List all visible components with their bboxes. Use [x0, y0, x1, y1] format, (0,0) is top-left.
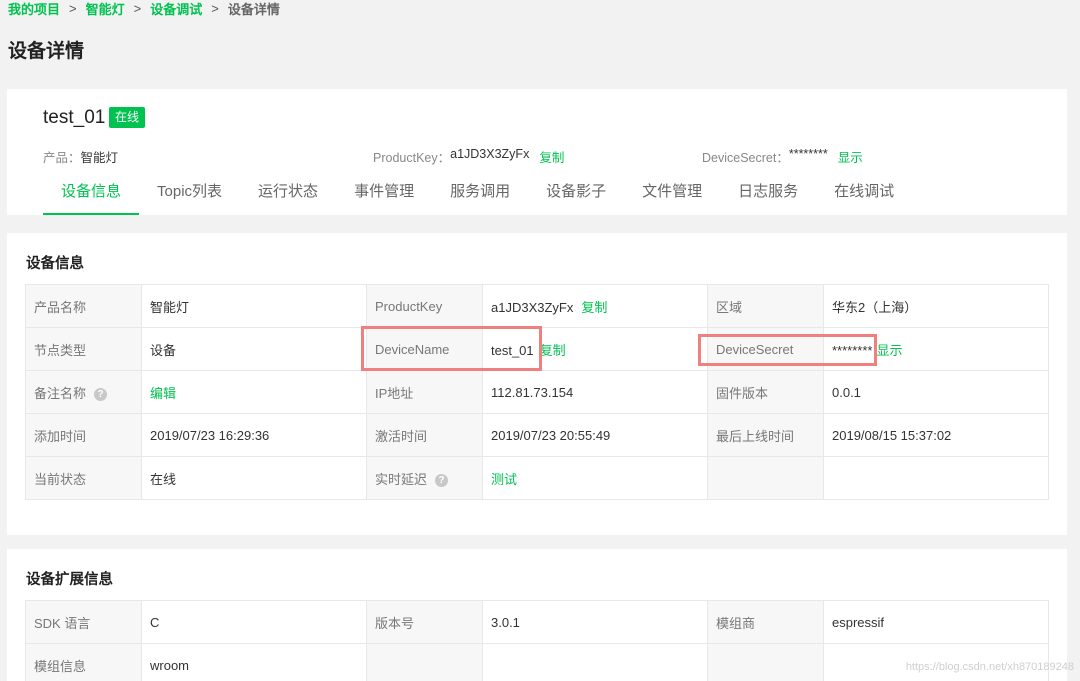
field-label: 添加时间	[25, 413, 142, 457]
field-label: IP地址	[366, 370, 483, 414]
field-label: 区域	[707, 284, 824, 328]
field-value	[823, 456, 1049, 500]
table-row: 产品名称 智能灯 ProductKey a1JD3X3ZyFx 复制 区域 华东2…	[25, 284, 1049, 328]
devicesecret-cell: ******** 显示	[823, 327, 1049, 371]
meta-product-value: 智能灯	[80, 151, 119, 165]
meta-product: 产品： 智能灯	[43, 147, 118, 166]
breadcrumb-device-debug[interactable]: 设备调试	[150, 0, 202, 18]
test-latency-link[interactable]: 测试	[491, 472, 517, 487]
field-value: 0.0.1	[823, 370, 1049, 414]
latency-label-cell: 实时延迟?	[366, 456, 483, 500]
device-info-card: 设备信息 产品名称 智能灯 ProductKey a1JD3X3ZyFx 复制 区…	[7, 233, 1067, 535]
show-devicesecret-link[interactable]: 显示	[876, 343, 902, 358]
field-label: 版本号	[366, 600, 483, 644]
breadcrumb-separator-icon: >	[69, 0, 77, 16]
field-value: 2019/07/23 16:29:36	[141, 413, 367, 457]
field-value: ********	[832, 342, 873, 358]
field-label: 模组信息	[25, 643, 142, 681]
device-info-title: 设备信息	[26, 256, 84, 272]
page-title: 设备详情	[8, 41, 85, 62]
meta-devicesecret-label: DeviceSecret：	[702, 151, 789, 165]
field-label: 模组商	[707, 600, 824, 644]
field-label: 固件版本	[707, 370, 824, 414]
field-value: 华东2（上海）	[823, 284, 1049, 328]
tab-bar: 设备信息 Topic列表 运行状态 事件管理 服务调用 设备影子 文件管理 日志…	[43, 181, 912, 215]
field-label: 激活时间	[366, 413, 483, 457]
meta-product-label: 产品：	[43, 151, 81, 165]
tab-log-service[interactable]: 日志服务	[720, 181, 816, 215]
field-label: ProductKey	[366, 284, 483, 328]
meta-productkey-value: a1JD3X3ZyFx	[450, 147, 530, 161]
field-label: 产品名称	[25, 284, 142, 328]
device-header-card: test_01 在线 产品： 智能灯 ProductKey： a1JD3X3Zy…	[7, 89, 1067, 215]
field-value: wroom	[141, 643, 367, 681]
table-row: 当前状态 在线 实时延迟? 测试	[25, 456, 1049, 500]
help-icon[interactable]: ?	[94, 387, 108, 401]
table-row: 模组信息 wroom	[25, 643, 1049, 681]
field-label	[707, 456, 824, 500]
field-value: 智能灯	[141, 284, 367, 328]
productkey-cell: a1JD3X3ZyFx 复制	[482, 284, 708, 328]
breadcrumb-separator-icon: >	[133, 0, 142, 16]
field-value: a1JD3X3ZyFx	[491, 299, 574, 315]
field-value: 2019/07/23 20:55:49	[482, 413, 708, 457]
field-label	[707, 643, 824, 681]
tab-service-call[interactable]: 服务调用	[432, 181, 528, 215]
tab-file-management[interactable]: 文件管理	[624, 181, 720, 215]
breadcrumb: 我的项目 > 智能灯 > 设备调试 > 设备详情	[8, 0, 280, 18]
device-name-heading: test_01	[43, 107, 106, 128]
remark-name-label-cell: 备注名称?	[25, 370, 142, 414]
device-info-table: 产品名称 智能灯 ProductKey a1JD3X3ZyFx 复制 区域 华东2…	[25, 284, 1049, 500]
field-label: 节点类型	[25, 327, 142, 371]
field-label: 备注名称	[34, 385, 87, 401]
tab-device-info[interactable]: 设备信息	[43, 181, 140, 215]
meta-productkey: ProductKey： a1JD3X3ZyFx 复制	[373, 147, 564, 166]
breadcrumb-smart-light[interactable]: 智能灯	[86, 0, 125, 18]
table-row: 添加时间 2019/07/23 16:29:36 激活时间 2019/07/23…	[25, 413, 1049, 457]
devicename-cell: test_01 复制	[482, 327, 708, 371]
tab-run-status[interactable]: 运行状态	[240, 181, 336, 215]
field-value: 2019/08/15 15:37:02	[823, 413, 1049, 457]
status-badge: 在线	[109, 107, 146, 128]
table-row: SDK 语言 C 版本号 3.0.1 模组商 espressif	[25, 600, 1049, 644]
breadcrumb-current: 设备详情	[227, 1, 280, 17]
meta-productkey-label: ProductKey：	[373, 151, 451, 165]
edit-remark-link[interactable]: 编辑	[150, 386, 176, 401]
field-value: C	[141, 600, 367, 644]
copy-productkey-link[interactable]: 复制	[581, 300, 607, 315]
latency-cell: 测试	[482, 456, 708, 500]
field-value: 112.81.73.154	[482, 370, 708, 414]
tab-online-debug[interactable]: 在线调试	[816, 181, 912, 215]
breadcrumb-separator-icon: >	[211, 0, 219, 16]
field-value: 设备	[141, 327, 367, 371]
field-value: espressif	[823, 600, 1049, 644]
breadcrumb-my-projects[interactable]: 我的项目	[8, 0, 60, 18]
tab-event-management[interactable]: 事件管理	[336, 181, 432, 215]
help-icon[interactable]: ?	[435, 473, 449, 487]
field-value: 3.0.1	[482, 600, 708, 644]
field-label	[366, 643, 483, 681]
table-row: 备注名称? 编辑 IP地址 112.81.73.154 固件版本 0.0.1	[25, 370, 1049, 414]
tab-device-shadow[interactable]: 设备影子	[528, 181, 624, 215]
field-value	[482, 643, 708, 681]
meta-devicesecret-value: ********	[788, 147, 828, 161]
table-row: 节点类型 设备 DeviceName test_01 复制 DeviceSecre…	[25, 327, 1049, 371]
watermark: https://blog.csdn.net/xh870189248	[905, 661, 1074, 673]
field-label: DeviceName	[366, 327, 483, 371]
field-value: test_01	[491, 342, 534, 358]
field-label: 最后上线时间	[707, 413, 824, 457]
field-label: 当前状态	[25, 456, 142, 500]
show-devicesecret-button[interactable]: 显示	[838, 147, 863, 166]
copy-productkey-button[interactable]: 复制	[539, 147, 564, 166]
copy-devicename-link[interactable]: 复制	[540, 343, 566, 358]
field-label: DeviceSecret	[707, 327, 824, 371]
field-value: 在线	[141, 456, 367, 500]
device-ext-info-table: SDK 语言 C 版本号 3.0.1 模组商 espressif 模组信息 wr…	[25, 600, 1049, 681]
field-label: SDK 语言	[25, 600, 142, 644]
device-ext-info-title: 设备扩展信息	[26, 572, 113, 588]
tab-topic-list[interactable]: Topic列表	[139, 181, 240, 215]
remark-name-cell: 编辑	[141, 370, 367, 414]
meta-devicesecret: DeviceSecret： ******** 显示	[702, 147, 863, 166]
field-label: 实时延迟	[375, 471, 428, 487]
